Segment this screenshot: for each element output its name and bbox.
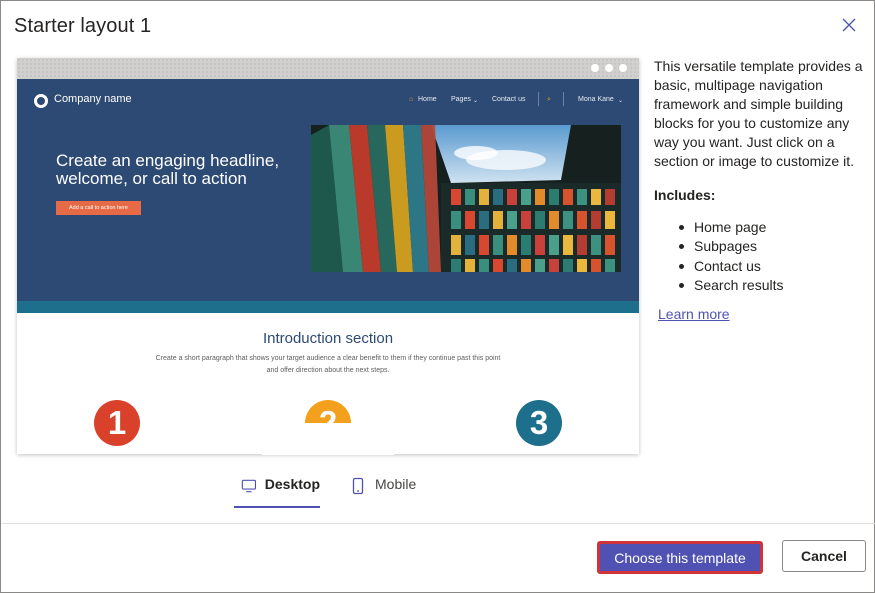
footer-divider bbox=[1, 523, 875, 524]
template-description: This versatile template provides a basic… bbox=[654, 58, 863, 169]
list-item: Subpages bbox=[679, 237, 783, 256]
number-one-icon: 1 bbox=[94, 400, 140, 446]
browser-dot bbox=[619, 64, 627, 72]
nav-separator bbox=[563, 92, 564, 106]
preview-mask bbox=[262, 423, 394, 455]
nav-home: Home bbox=[418, 96, 437, 103]
nav-home-icon: ⌂ bbox=[409, 96, 414, 103]
search-icon: ⌕ bbox=[547, 96, 551, 103]
dialog: Starter layout 1 Company name ⌂ Home Pag… bbox=[0, 0, 875, 593]
nav-user: Mona Kane bbox=[578, 96, 614, 103]
includes-label: Includes: bbox=[654, 187, 716, 203]
includes-list: Home page Subpages Contact us Search res… bbox=[679, 218, 783, 295]
list-item: Home page bbox=[679, 218, 783, 237]
hero-cta: Add a call to action here bbox=[56, 201, 141, 215]
list-item: Contact us bbox=[679, 257, 783, 276]
learn-more-link[interactable]: Learn more bbox=[658, 306, 730, 322]
tab-mobile-label: Mobile bbox=[375, 476, 417, 492]
cancel-button[interactable]: Cancel bbox=[782, 540, 866, 572]
chevron-down-icon: ⌄ bbox=[618, 98, 624, 104]
browser-bar bbox=[17, 58, 639, 79]
choose-template-button[interactable]: Choose this template bbox=[597, 541, 763, 574]
tab-mobile[interactable]: Mobile bbox=[349, 476, 416, 508]
company-logo-icon bbox=[34, 94, 48, 108]
dialog-title: Starter layout 1 bbox=[14, 15, 152, 37]
chevron-down-icon: ⌄ bbox=[473, 98, 479, 104]
mobile-phone-icon bbox=[352, 477, 364, 495]
tab-desktop[interactable]: Desktop bbox=[234, 476, 320, 508]
intro-text: Create a short paragraph that shows your… bbox=[155, 355, 501, 374]
close-icon bbox=[842, 18, 856, 32]
preview-hero: Company name ⌂ Home Pages ⌄ Contact us ⌕… bbox=[17, 79, 639, 301]
tab-desktop-label: Desktop bbox=[264, 476, 320, 492]
number-three-icon: 3 bbox=[516, 400, 562, 446]
monitor-icon bbox=[241, 479, 257, 493]
browser-dot bbox=[591, 64, 599, 72]
list-item: Search results bbox=[679, 276, 783, 295]
nav-pages: Pages bbox=[451, 96, 471, 103]
company-name: Company name bbox=[54, 93, 132, 105]
hero-image bbox=[311, 125, 621, 272]
close-button[interactable] bbox=[837, 13, 861, 37]
intro-title: Introduction section bbox=[262, 330, 394, 347]
nav-contact: Contact us bbox=[492, 96, 526, 103]
template-preview: Company name ⌂ Home Pages ⌄ Contact us ⌕… bbox=[17, 58, 639, 454]
teal-strip bbox=[17, 301, 639, 313]
browser-dot bbox=[605, 64, 613, 72]
hero-headline: Create an engaging headline, welcome, or… bbox=[56, 151, 280, 188]
nav-separator bbox=[538, 92, 539, 106]
